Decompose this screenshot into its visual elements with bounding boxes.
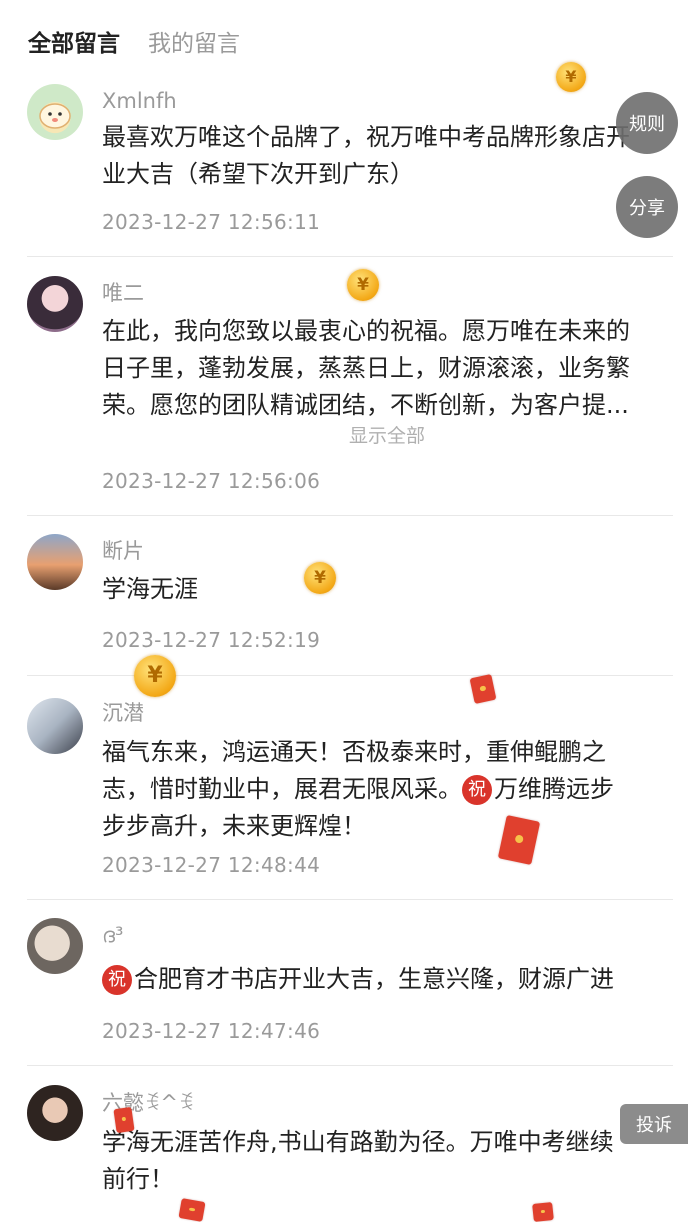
comment-text: 在此，我向您致以最衷心的祝福。愿万唯在未来的 日子里，蓬勃发展，蒸蒸日上，财源滚… — [102, 313, 672, 424]
divider — [27, 256, 673, 257]
comment-text: 最喜欢万唯这个品牌了，祝万唯中考品牌形象店开 业大吉（希望下次开到广东） — [102, 119, 672, 193]
avatar-image — [39, 103, 71, 129]
comment-text-line: 在此，我向您致以最衷心的祝福。愿万唯在未来的 — [102, 317, 630, 345]
avatar[interactable] — [27, 534, 83, 590]
comment-timestamp: 2023-12-27 12:56:11 — [102, 210, 321, 234]
falling-coin-icon: ¥ — [304, 562, 336, 594]
tab-my-comments[interactable]: 我的留言 — [148, 28, 240, 60]
red-envelope-icon — [497, 814, 541, 866]
red-envelope-icon — [469, 673, 497, 705]
red-envelope-icon — [178, 1198, 206, 1222]
comment-author: 沉潜 — [102, 701, 144, 725]
falling-coin-icon: ¥ — [556, 62, 586, 92]
red-envelope-icon — [532, 1202, 554, 1222]
share-button[interactable]: 分享 — [616, 176, 678, 238]
comment-timestamp: 2023-12-27 12:56:06 — [102, 469, 321, 493]
divider — [27, 675, 673, 676]
divider — [27, 899, 673, 900]
report-button[interactable]: 投诉 — [620, 1104, 688, 1144]
comment-text: 学海无涯苦作舟,书山有路勤为径。万唯中考继续 前行！ — [102, 1124, 672, 1198]
comment-text-line: 前行！ — [102, 1165, 174, 1193]
comment-text-segment: 万维腾远步 — [494, 775, 614, 803]
comment-author: 断片 — [102, 539, 144, 563]
comment-text-line: 荣。愿您的团队精诚团结，不断创新，为客户提... — [102, 391, 629, 419]
tab-all-comments[interactable]: 全部留言 — [28, 28, 120, 60]
falling-coin-icon: ¥ — [347, 269, 379, 301]
comment-author: ദ³ — [102, 923, 124, 947]
red-envelope-icon — [113, 1106, 135, 1134]
comment-text-line: 学海无涯苦作舟,书山有路勤为径。万唯中考继续 — [102, 1128, 614, 1156]
comment-text-line: 福气东来，鸿运通天！否极泰来时，重伸鲲鹏之 — [102, 738, 606, 766]
comment-text-line: 学海无涯 — [102, 575, 198, 603]
comment-timestamp: 2023-12-27 12:48:44 — [102, 853, 321, 877]
comment-text: 祝合肥育才书店开业大吉，生意兴隆，财源广进 — [102, 961, 672, 998]
comment-author: Xmlnfh — [102, 89, 177, 113]
avatar[interactable] — [27, 84, 83, 140]
comment-text-line: 日子里，蓬勃发展，蒸蒸日上，财源滚滚，业务繁 — [102, 354, 630, 382]
avatar[interactable] — [27, 1085, 83, 1141]
tab-bar: 全部留言 我的留言 — [28, 28, 240, 60]
blessing-badge-icon: 祝 — [102, 965, 132, 995]
avatar[interactable] — [27, 698, 83, 754]
comment-author: 唯二 — [102, 281, 144, 305]
rules-button[interactable]: 规则 — [616, 92, 678, 154]
avatar[interactable] — [27, 276, 83, 332]
blessing-badge-icon: 祝 — [462, 775, 492, 805]
comment-text-line: 步步高升，未来更辉煌！ — [102, 812, 366, 840]
comment-text-line: 最喜欢万唯这个品牌了，祝万唯中考品牌形象店开 — [102, 123, 630, 151]
comment-timestamp: 2023-12-27 12:52:19 — [102, 628, 321, 652]
comment-text-line: 祝合肥育才书店开业大吉，生意兴隆，财源广进 — [102, 961, 672, 998]
falling-coin-icon: ¥ — [134, 655, 176, 697]
divider — [27, 515, 673, 516]
divider — [27, 1065, 673, 1066]
avatar[interactable] — [27, 918, 83, 974]
comment-text: 学海无涯 — [102, 571, 672, 608]
comment-text-segment: 合肥育才书店开业大吉，生意兴隆，财源广进 — [134, 965, 614, 993]
comment-timestamp: 2023-12-27 12:47:46 — [102, 1019, 321, 1043]
comment-text-line: 志，惜时勤业中，展君无限风采。祝万维腾远步 — [102, 771, 672, 808]
comment-text: 福气东来，鸿运通天！否极泰来时，重伸鲲鹏之 志，惜时勤业中，展君无限风采。祝万维… — [102, 734, 672, 845]
expand-all-link[interactable]: 显示全部 — [37, 421, 700, 448]
comment-text-segment: 志，惜时勤业中，展君无限风采。 — [102, 775, 462, 803]
comment-text-line: 业大吉（希望下次开到广东） — [102, 160, 414, 188]
